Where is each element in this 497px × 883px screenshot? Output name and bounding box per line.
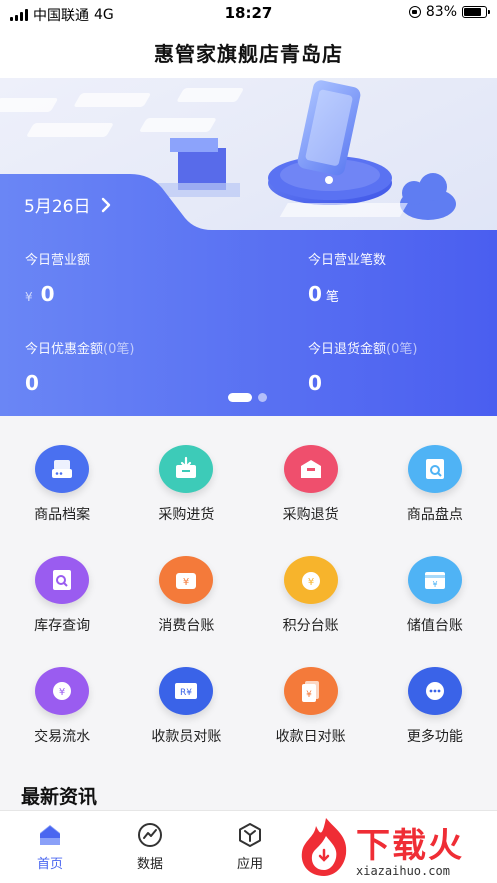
stat-label: 今日优惠金额(0笔) xyxy=(25,342,135,357)
tab-data[interactable]: 数据 xyxy=(100,811,200,883)
grid-item-transaction-flow[interactable]: ¥ 交易流水 xyxy=(0,652,124,746)
grid-item-product-file[interactable]: 商品档案 xyxy=(0,430,124,524)
banner-carousel[interactable]: 5月26日 今日营业额 ¥0 今日营业笔数 0笔 今日优惠金额(0笔) 0 今日… xyxy=(0,78,497,416)
grid-item-label: 积分台账 xyxy=(282,618,339,634)
tab-home[interactable]: 首页 xyxy=(0,811,100,883)
grid-item-purchase-return[interactable]: 采购退货 xyxy=(249,430,373,524)
grid-item-consume-ledger[interactable]: ¥ 消费台账 xyxy=(124,541,248,635)
home-icon xyxy=(40,825,60,845)
grid-item-label: 更多功能 xyxy=(406,729,463,745)
svg-text:¥: ¥ xyxy=(306,690,312,700)
watermark-text: 下载火 xyxy=(356,826,464,866)
points-ledger-icon: ¥ xyxy=(283,556,338,604)
transaction-flow-icon: ¥ xyxy=(35,667,90,715)
date-selector[interactable]: 5月26日 xyxy=(24,192,112,217)
stat-discount: 今日优惠金额(0笔) 0 xyxy=(25,338,134,395)
stat-label: 今日营业笔数 xyxy=(308,253,387,268)
stat-refund: 今日退货金额(0笔) 0 xyxy=(308,338,417,395)
stat-order-count: 今日营业笔数 0笔 xyxy=(308,249,386,306)
tab-label: 首页 xyxy=(36,857,63,872)
grid-item-points-ledger[interactable]: ¥ 积分台账 xyxy=(249,541,373,635)
grid-item-inventory-check[interactable]: 商品盘点 xyxy=(373,430,497,524)
stat-value: 0 xyxy=(25,371,39,395)
more-icon xyxy=(407,667,462,715)
consume-ledger-icon: ¥ xyxy=(159,556,214,604)
battery-icon xyxy=(462,6,490,18)
cashier-reconcile-icon: R¥ xyxy=(159,667,214,715)
battery-percent: 83% xyxy=(425,4,457,20)
tab-label: 应用 xyxy=(236,857,263,872)
stat-value: 0笔 xyxy=(308,282,339,306)
product-file-icon xyxy=(35,445,90,493)
stored-value-icon: ¥ xyxy=(407,556,462,604)
grid-item-label: 商品盘点 xyxy=(406,507,463,523)
svg-text:R¥: R¥ xyxy=(180,688,192,698)
svg-text:¥: ¥ xyxy=(432,580,437,589)
stat-revenue: 今日营业额 ¥0 xyxy=(25,249,90,306)
grid-item-label: 收款日对账 xyxy=(275,729,346,745)
carousel-indicator xyxy=(228,393,267,402)
chevron-right-icon xyxy=(102,197,111,212)
grid-item-more[interactable]: 更多功能 xyxy=(373,652,497,746)
page-title: 惠管家旗舰店青岛店 xyxy=(154,41,343,66)
status-right: 83% xyxy=(408,4,490,20)
grid-item-label: 储值台账 xyxy=(406,618,463,634)
stat-value: ¥0 xyxy=(25,282,55,306)
grid-item-stored-value[interactable]: ¥ 储值台账 xyxy=(373,541,497,635)
stat-label: 今日营业额 xyxy=(25,253,91,268)
grid-item-cashier-reconcile[interactable]: R¥ 收款员对账 xyxy=(124,652,248,746)
grid-item-label: 商品档案 xyxy=(34,507,91,523)
date-label: 5月26日 xyxy=(24,197,91,217)
orientation-lock-icon xyxy=(408,6,421,18)
grid-item-daily-reconcile[interactable]: ¥ 收款日对账 xyxy=(249,652,373,746)
grid-item-label: 采购退货 xyxy=(282,507,339,523)
svg-text:¥: ¥ xyxy=(59,687,65,698)
tab-label: 数据 xyxy=(136,857,163,872)
app-icon xyxy=(239,823,261,847)
grid-item-label: 库存查询 xyxy=(34,618,91,634)
grid-item-label: 交易流水 xyxy=(34,729,91,745)
daily-reconcile-icon: ¥ xyxy=(283,667,338,715)
carousel-dot-2[interactable] xyxy=(258,393,267,402)
grid-item-label: 消费台账 xyxy=(158,618,215,634)
watermark-domain: xiazaihuo.com xyxy=(356,864,450,878)
stock-query-icon xyxy=(35,556,90,604)
carousel-dot-1[interactable] xyxy=(228,393,252,402)
grid-item-purchase-in[interactable]: 采购进货 xyxy=(124,430,248,524)
news-section-title: 最新资讯 xyxy=(21,786,98,808)
chart-icon xyxy=(138,823,162,847)
purchase-return-icon xyxy=(283,445,338,493)
stat-value: 0 xyxy=(308,371,322,395)
svg-text:¥: ¥ xyxy=(183,577,189,588)
purchase-in-icon xyxy=(159,445,214,493)
watermark: 下载火 xiazaihuo.com xyxy=(296,812,497,883)
grid-item-label: 收款员对账 xyxy=(151,729,222,745)
title-bar: 惠管家旗舰店青岛店 xyxy=(0,26,497,78)
status-bar: 中国联通 4G 18:27 83% xyxy=(0,0,497,26)
function-grid: 商品档案 采购进货 采购退货 商品盘点库存查询 ¥ 消费台账 ¥ 积分台账 ¥ 储值台账 ¥ 交易流水… xyxy=(0,430,497,746)
svg-text:¥: ¥ xyxy=(307,577,313,588)
tab-app[interactable]: 应用 xyxy=(200,811,300,883)
stat-label: 今日退货金额(0笔) xyxy=(308,342,418,357)
inventory-check-icon xyxy=(407,445,462,493)
flame-logo-icon xyxy=(301,818,347,876)
grid-item-label: 采购进货 xyxy=(158,507,215,523)
grid-item-stock-query[interactable]: 库存查询 xyxy=(0,541,124,635)
